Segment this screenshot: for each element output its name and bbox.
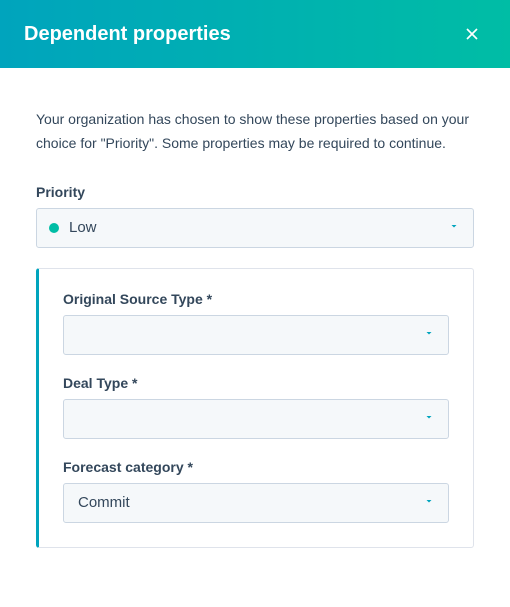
forecast-category-value: Commit: [78, 494, 130, 511]
forecast-category-label: Forecast category *: [63, 459, 449, 475]
priority-select[interactable]: Low: [36, 208, 474, 248]
dependent-fields-panel: Original Source Type * Deal Type *: [36, 268, 474, 548]
deal-type-wrapper: [63, 399, 449, 439]
original-source-type-group: Original Source Type *: [63, 291, 449, 355]
close-button[interactable]: [458, 20, 486, 48]
original-source-type-label: Original Source Type *: [63, 291, 449, 307]
priority-value: Low: [69, 219, 97, 236]
priority-status-dot: [49, 223, 59, 233]
forecast-category-wrapper: Commit: [63, 483, 449, 523]
deal-type-select[interactable]: [63, 399, 449, 439]
forecast-category-select[interactable]: Commit: [63, 483, 449, 523]
original-source-type-wrapper: [63, 315, 449, 355]
original-source-type-select[interactable]: [63, 315, 449, 355]
close-icon: [462, 24, 482, 44]
modal-content: Your organization has chosen to show the…: [0, 68, 510, 572]
deal-type-group: Deal Type *: [63, 375, 449, 439]
modal-title: Dependent properties: [24, 23, 231, 46]
forecast-category-group: Forecast category * Commit: [63, 459, 449, 523]
priority-select-wrapper: Low: [36, 208, 474, 248]
modal-header: Dependent properties: [0, 0, 510, 68]
deal-type-label: Deal Type *: [63, 375, 449, 391]
priority-field-group: Priority Low: [36, 184, 474, 248]
description-text: Your organization has chosen to show the…: [36, 108, 474, 156]
priority-label: Priority: [36, 184, 474, 200]
